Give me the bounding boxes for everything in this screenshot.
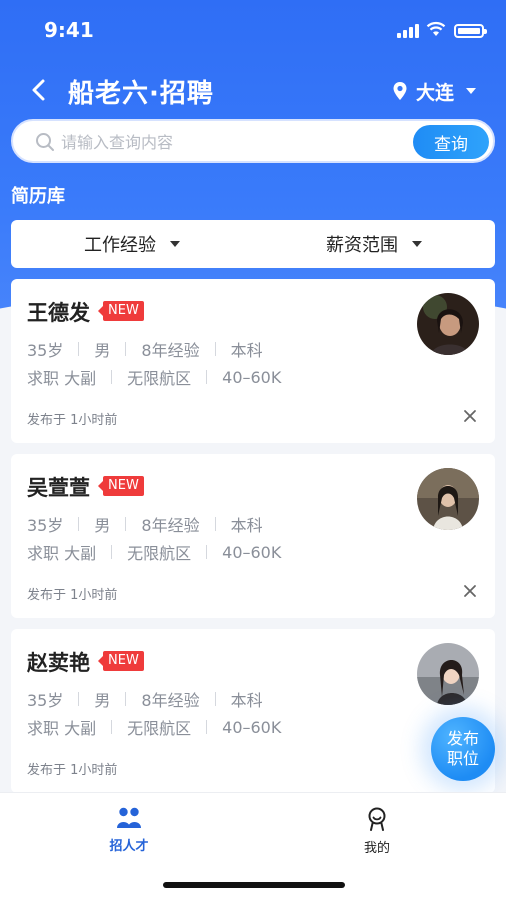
education: 本科	[230, 341, 263, 360]
resume-card[interactable]: 王德发 NEW 35岁 男 8年经验 本科 求职 大副 无限航区 40–60K …	[11, 279, 495, 443]
salary: 40–60K	[222, 542, 282, 562]
divider	[214, 342, 216, 356]
nav-bar: 船老六·招聘 大连	[0, 70, 506, 110]
divider	[111, 545, 113, 559]
people-icon	[117, 807, 141, 828]
position: 大副	[64, 719, 97, 738]
fab-label-line2: 职位	[446, 749, 479, 768]
education: 本科	[230, 516, 263, 535]
job-label: 求职	[27, 544, 60, 563]
search-icon	[36, 133, 54, 151]
education: 本科	[230, 691, 263, 710]
resume-card[interactable]: 赵荬艳 NEW 35岁 男 8年经验 本科 求职 大副 无限航区 40–60K …	[11, 629, 495, 793]
status-time: 9:41	[44, 18, 94, 42]
divider	[206, 370, 208, 384]
person-icon	[368, 807, 386, 831]
divider	[111, 370, 113, 384]
divider	[214, 692, 216, 706]
back-arrow-icon[interactable]	[28, 76, 50, 104]
status-bar: 9:41	[0, 0, 506, 60]
divider	[78, 692, 80, 706]
divider	[78, 342, 80, 356]
home-indicator	[163, 882, 345, 888]
fab-label-line1: 发布	[446, 729, 479, 748]
gender: 男	[94, 691, 111, 710]
avatar	[417, 468, 479, 530]
position: 大副	[64, 369, 97, 388]
divider	[111, 720, 113, 734]
filter-work-experience[interactable]: 工作经验	[11, 220, 253, 268]
experience: 8年经验	[141, 516, 200, 535]
divider	[206, 545, 208, 559]
posted-time: 发布于 1小时前	[27, 588, 118, 603]
city-label: 大连	[416, 81, 455, 104]
search-bar: 查询	[11, 119, 495, 163]
age: 35岁	[27, 691, 64, 710]
gender: 男	[94, 516, 111, 535]
page-title: 船老六·招聘	[68, 79, 214, 109]
post-job-button[interactable]: 发布 职位	[431, 717, 495, 781]
experience: 8年经验	[141, 691, 200, 710]
chevron-down-icon	[466, 88, 477, 94]
city-selector[interactable]: 大连	[392, 78, 477, 104]
avatar	[417, 293, 479, 355]
new-badge: NEW	[98, 476, 144, 496]
divider	[206, 720, 208, 734]
tab-label: 我的	[363, 841, 390, 856]
candidate-job-info: 求职 大副 无限航区 40–60K	[27, 540, 281, 564]
posted-time: 发布于 1小时前	[27, 763, 118, 778]
search-input[interactable]	[61, 129, 411, 155]
filter-label: 薪资范围	[326, 235, 398, 256]
filter-label: 工作经验	[84, 235, 156, 256]
navigation-area: 无限航区	[127, 369, 192, 388]
divider	[214, 517, 216, 531]
job-label: 求职	[27, 369, 60, 388]
candidate-basic-info: 35岁 男 8年经验 本科	[27, 512, 263, 536]
age: 35岁	[27, 341, 64, 360]
navigation-area: 无限航区	[127, 544, 192, 563]
candidate-name: 王德发	[27, 301, 90, 325]
experience: 8年经验	[141, 341, 200, 360]
job-label: 求职	[27, 719, 60, 738]
new-badge: NEW	[98, 301, 144, 321]
candidate-name: 吴萱萱	[27, 476, 90, 500]
filter-bar: 工作经验 薪资范围	[11, 220, 495, 268]
new-badge: NEW	[98, 651, 144, 671]
gender: 男	[94, 341, 111, 360]
divider	[125, 692, 127, 706]
tab-recruit[interactable]: 招人才	[89, 807, 169, 854]
wifi-icon	[426, 21, 446, 36]
caret-down-icon	[170, 241, 180, 247]
candidate-job-info: 求职 大副 无限航区 40–60K	[27, 715, 281, 739]
salary: 40–60K	[222, 367, 282, 387]
candidate-name: 赵荬艳	[27, 651, 90, 675]
filter-salary-range[interactable]: 薪资范围	[253, 220, 495, 268]
tab-label: 招人才	[109, 839, 149, 854]
divider	[125, 342, 127, 356]
caret-down-icon	[412, 241, 422, 247]
close-icon[interactable]	[463, 584, 477, 598]
posted-time: 发布于 1小时前	[27, 413, 118, 428]
tab-mine[interactable]: 我的	[337, 807, 417, 856]
salary: 40–60K	[222, 717, 282, 737]
location-pin-icon	[393, 82, 407, 100]
avatar	[417, 643, 479, 705]
divider	[78, 517, 80, 531]
cellular-signal-icon	[397, 24, 419, 38]
position: 大副	[64, 544, 97, 563]
search-button[interactable]: 查询	[413, 125, 489, 159]
candidate-job-info: 求职 大副 无限航区 40–60K	[27, 365, 281, 389]
section-title: 简历库	[11, 186, 65, 207]
candidate-basic-info: 35岁 男 8年经验 本科	[27, 687, 263, 711]
divider	[125, 517, 127, 531]
candidate-basic-info: 35岁 男 8年经验 本科	[27, 337, 263, 361]
close-icon[interactable]	[463, 409, 477, 423]
navigation-area: 无限航区	[127, 719, 192, 738]
battery-icon	[454, 24, 487, 38]
age: 35岁	[27, 516, 64, 535]
resume-card[interactable]: 吴萱萱 NEW 35岁 男 8年经验 本科 求职 大副 无限航区 40–60K …	[11, 454, 495, 618]
